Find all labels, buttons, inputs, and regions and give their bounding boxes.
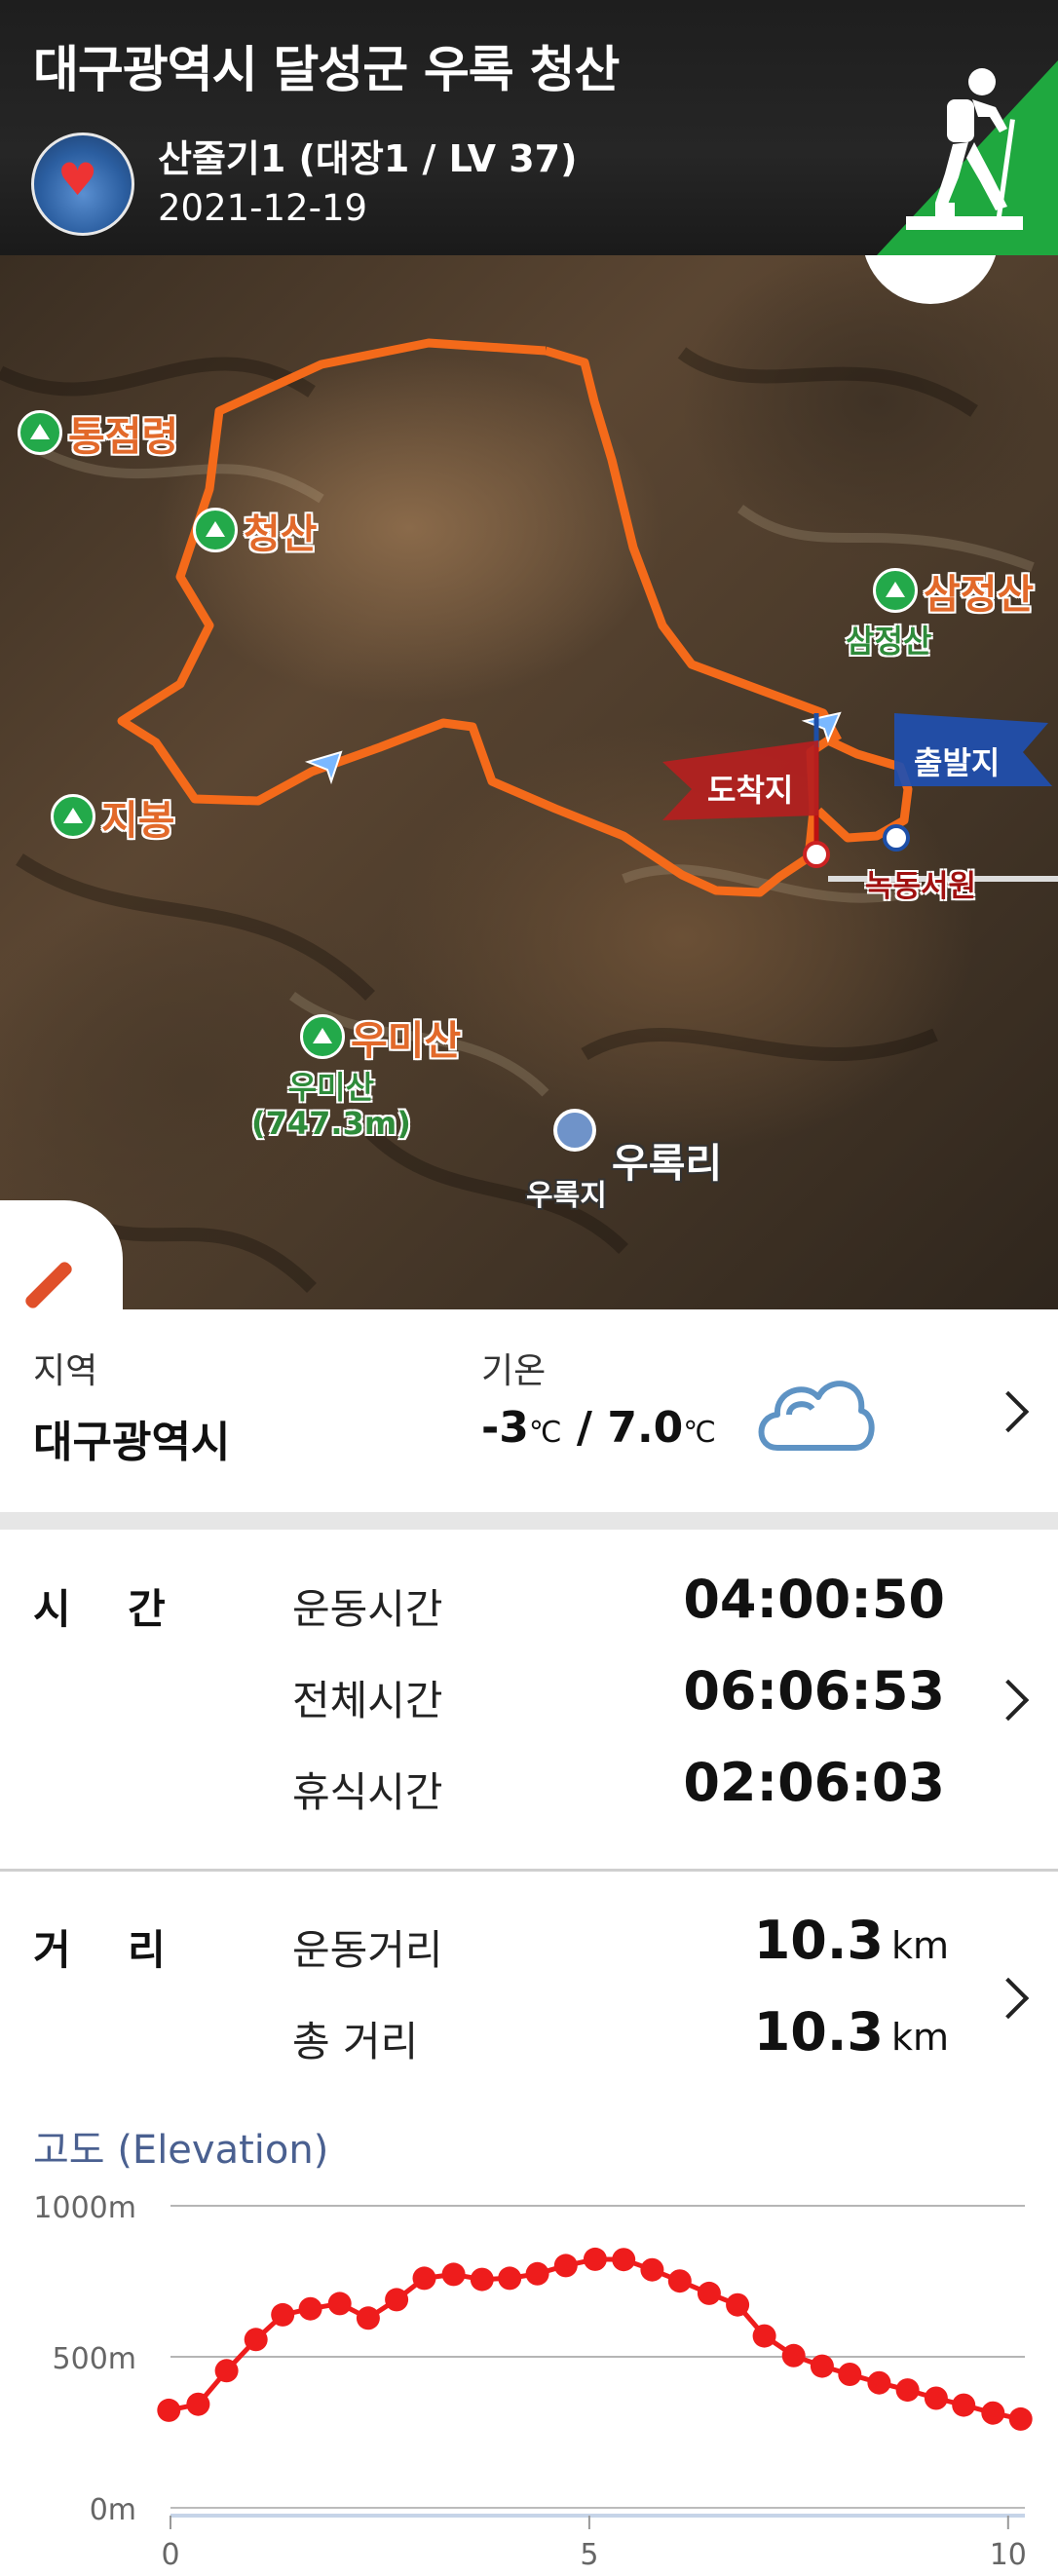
elevation-data-point [640,2257,664,2282]
mountain-icon [18,410,62,455]
start-flag[interactable]: 출발지 [914,739,1000,783]
elevation-data-point [952,2393,976,2417]
place-nokdong-seowon: 녹동서원 [865,869,977,904]
elevation-data-point [412,2266,436,2291]
elevation-chart: 0m 500m 1000m 0 5 10 [33,2191,1033,2572]
region-weather-row[interactable]: 지역 대구광역시 기온 -3℃ / 7.0℃ [0,1309,1058,1510]
distance-section-title: 거 리 [33,1926,166,1974]
place-urokji: 우록지 [526,1179,607,1213]
peak-marker-umisan[interactable]: 우미산 [300,1007,461,1066]
elevation-series-line [168,2256,1022,2422]
header: 대구광역시 달성군 우록 청산 ♥ 산줄기1 (대장1 / LV 37) 202… [0,0,1058,255]
elevation-data-point [1008,2406,1033,2431]
avatar[interactable]: ♥ [31,133,134,236]
mountain-icon [873,568,918,613]
elevation-data-point [838,2363,862,2386]
time-section-title: 시 간 [33,1585,166,1633]
mountain-icon [51,794,95,839]
total-distance-label: 총 거리 [292,2018,419,2065]
elevation-data-point [157,2398,181,2422]
region-value: 대구광역시 [33,1418,231,1467]
elevation-data-point [667,2269,692,2293]
elevation-data-point [441,2262,466,2287]
track-toggle-button[interactable] [0,1200,123,1309]
finish-flag[interactable]: 도착지 [707,766,793,811]
x-tick-label: 10 [990,2538,1027,2572]
user-name[interactable]: 산줄기1 (대장1 / LV 37) [158,129,577,182]
peak-marker-samjeongsan[interactable]: 삼정산 [873,561,1034,620]
elevation-data-point [244,2328,268,2352]
y-tick-label: 1000m [33,2191,136,2225]
elevation-data-point [298,2296,322,2321]
chevron-right-icon[interactable] [987,1679,1030,1722]
elevation-data-point [525,2261,549,2286]
mountain-icon [300,1014,345,1059]
hike-date: 2021-12-19 [158,187,368,229]
temperature-value: -3℃ / 7.0℃ [481,1403,716,1453]
region-label: 지역 [33,1351,98,1391]
section-divider [0,1512,1058,1530]
track-line-icon [22,1259,75,1309]
peak-marker-tongjeomryeong[interactable]: 통점령 [18,403,178,462]
peak-marker-cheongsan[interactable]: 청산 [193,501,317,559]
elevation-data-point [752,2324,776,2348]
route-map[interactable]: 통점령 청산 삼정산 삼정산 지봉 우미산 우미산 (747.3m) 도착지 출… [0,255,1058,1309]
elevation-data-point [697,2281,721,2305]
exercise-time-label: 운동시간 [292,1585,443,1633]
exercise-distance-label: 운동거리 [292,1926,443,1974]
x-tick-label: 0 [161,2538,179,2572]
elevation-data-point [356,2306,380,2330]
temperature-label: 기온 [481,1351,547,1391]
chevron-right-icon[interactable] [987,1390,1030,1433]
x-tick-label: 5 [580,2538,598,2572]
chevron-right-icon[interactable] [987,1977,1030,2020]
heart-icon: ♥ [57,153,98,206]
peak-sublabel-samjeongsan: 삼정산 [846,623,932,660]
elevation-data-point [781,2343,806,2368]
total-time-value: 06:06:53 [683,1660,945,1722]
cloudy-weather-icon [758,1381,875,1451]
elevation-data-point [895,2378,920,2403]
page-title: 대구광역시 달성군 우록 청산 [33,42,620,99]
hiker-icon [877,60,1058,255]
elevation-data-point [867,2370,891,2395]
y-tick-label: 500m [53,2342,136,2376]
elevation-data-point [612,2248,636,2272]
elevation-data-point [214,2359,239,2383]
exercise-distance-value: 10.3 km [753,1910,949,1971]
exercise-time-value: 04:00:50 [683,1569,945,1630]
rest-time-label: 휴식시간 [292,1768,443,1816]
section-divider [0,1869,1058,1872]
elevation-chart-title: 고도 (Elevation) [33,2128,329,2173]
place-urokri: 우록리 [612,1140,723,1187]
peak-marker-jibong[interactable]: 지봉 [51,787,174,846]
elevation-data-point [498,2266,522,2291]
rest-time-value: 02:06:03 [683,1752,945,1813]
elevation-data-point [583,2247,607,2271]
elevation-data-point [327,2292,352,2316]
elevation-data-point [470,2267,494,2292]
elevation-data-point [810,2354,834,2378]
elevation-data-point [186,2392,210,2416]
elevation-data-point [726,2292,750,2317]
mountain-icon [193,508,238,552]
elevation-data-point [271,2302,295,2327]
elevation-data-point [981,2401,1005,2425]
total-distance-value: 10.3 km [753,2001,949,2063]
elevation-data-point [924,2386,948,2410]
y-tick-label: 0m [90,2493,136,2527]
elevation-data-point [385,2288,409,2312]
total-time-label: 전체시간 [292,1677,443,1724]
elevation-data-point [553,2254,578,2278]
peak-sublabel-umisan: 우미산 (747.3m) [251,1069,411,1142]
